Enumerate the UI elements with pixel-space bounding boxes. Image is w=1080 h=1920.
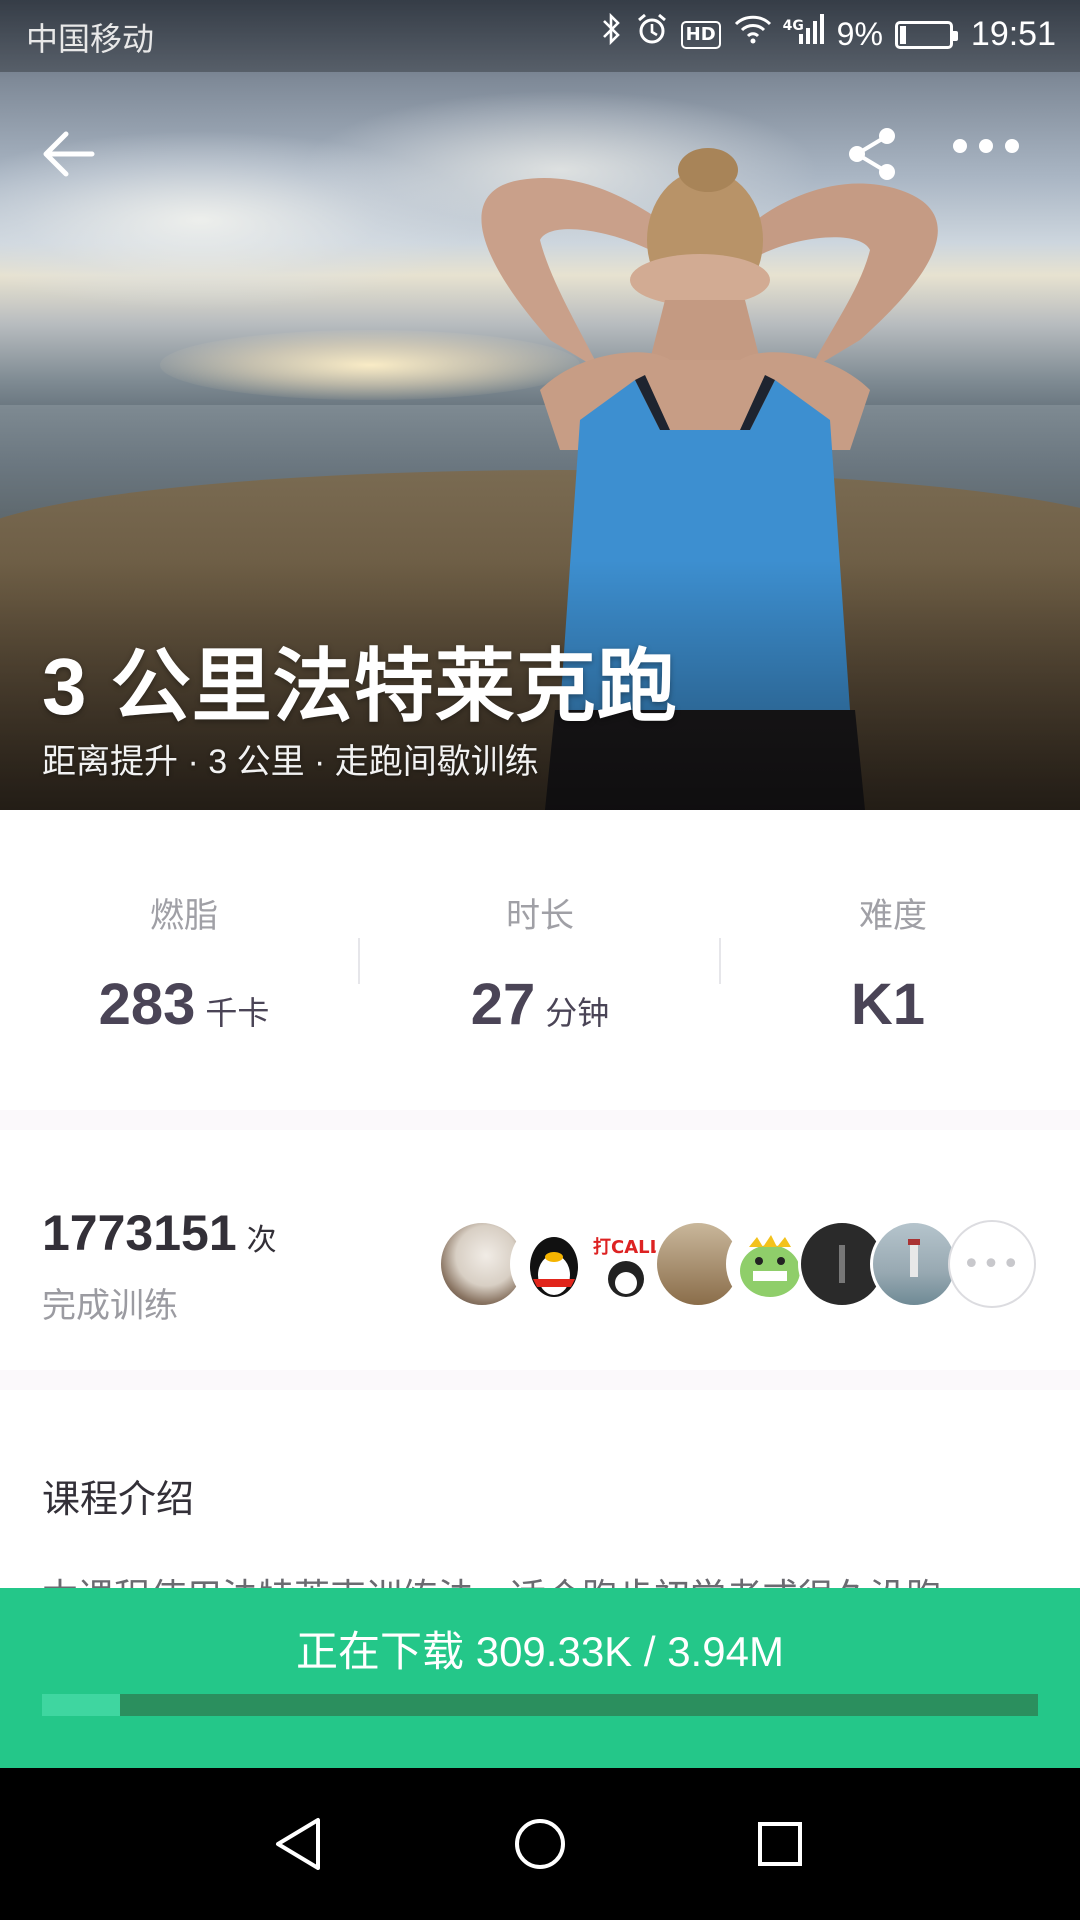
alarm-icon [635,12,669,57]
system-nav-bar [0,1768,1080,1920]
more-horizontal-icon[interactable] [950,136,1022,176]
completion-unit: 次 [246,1224,277,1257]
share-icon[interactable] [845,124,905,188]
section-divider [0,1110,1080,1130]
wifi-icon [733,13,773,56]
section-divider [0,1370,1080,1390]
carrier-name: 中国移动 [26,21,155,57]
stat-label: 时长 [506,897,574,935]
stat-label: 燃脂 [150,897,218,935]
course-subtitle: 距离提升 · 3 公里 · 走跑间歇训练 [42,743,539,781]
top-toolbar [0,110,1080,200]
completion-label: 完成训练 [42,1287,178,1325]
stat-unit: 千卡 [205,995,270,1031]
completion-count: 1773151 次 [42,1204,277,1262]
bluetooth-icon [601,12,623,57]
download-progress-track [42,1694,1038,1716]
status-bar: 中国移动 HD 4G 9% 19:51 [0,0,1080,72]
network-type: 4G [782,18,804,34]
avatar[interactable] [870,1220,958,1308]
course-title: 3 公里法特莱克跑 [42,642,678,731]
course-stats: 燃脂 283 千卡 时长 27 分钟 难度 K1 [0,810,1080,1110]
hd-badge: HD [680,20,721,49]
download-status: 正在下载 309.33K / 3.94M [296,1628,784,1675]
stat-value: 283 [98,972,196,1037]
more-avatars-button[interactable]: ••• [948,1220,1036,1308]
stat-difficulty: 难度 K1 [713,888,1073,1038]
battery-icon [894,20,958,49]
clock: 19:51 [970,15,1056,53]
square-recent-icon[interactable] [740,1812,820,1876]
svg-text:打CALL: 打CALL [593,1236,661,1258]
download-progress-fill [42,1694,120,1716]
status-icons: HD 4G 9% 19:51 [601,12,1056,57]
signal-icon: 4G [783,12,825,57]
stat-unit: 分钟 [545,995,610,1031]
stat-value: 27 [470,972,536,1037]
stat-label: 难度 [859,897,927,935]
avatar-list[interactable]: 打CALL ••• [438,1220,1038,1308]
triangle-back-icon[interactable] [260,1812,340,1876]
stat-duration: 时长 27 分钟 [360,888,720,1038]
arrow-left-icon[interactable] [40,126,110,186]
intro-title: 课程介绍 [42,1479,195,1521]
hero-banner: 中国移动 HD 4G 9% 19:51 3 公里法特莱克跑 距离提升 · 3 公… [0,0,1080,810]
stat-value: K1 [850,972,926,1037]
completion-section[interactable]: 1773151 次 完成训练 打CALL ••• [0,1130,1080,1370]
battery-percent: 9% [836,16,883,52]
download-bar[interactable]: 正在下载 309.33K / 3.94M [0,1588,1080,1768]
circle-home-icon[interactable] [500,1812,580,1876]
stat-calories: 燃脂 283 千卡 [4,888,364,1038]
completion-number: 1773151 [42,1205,237,1261]
